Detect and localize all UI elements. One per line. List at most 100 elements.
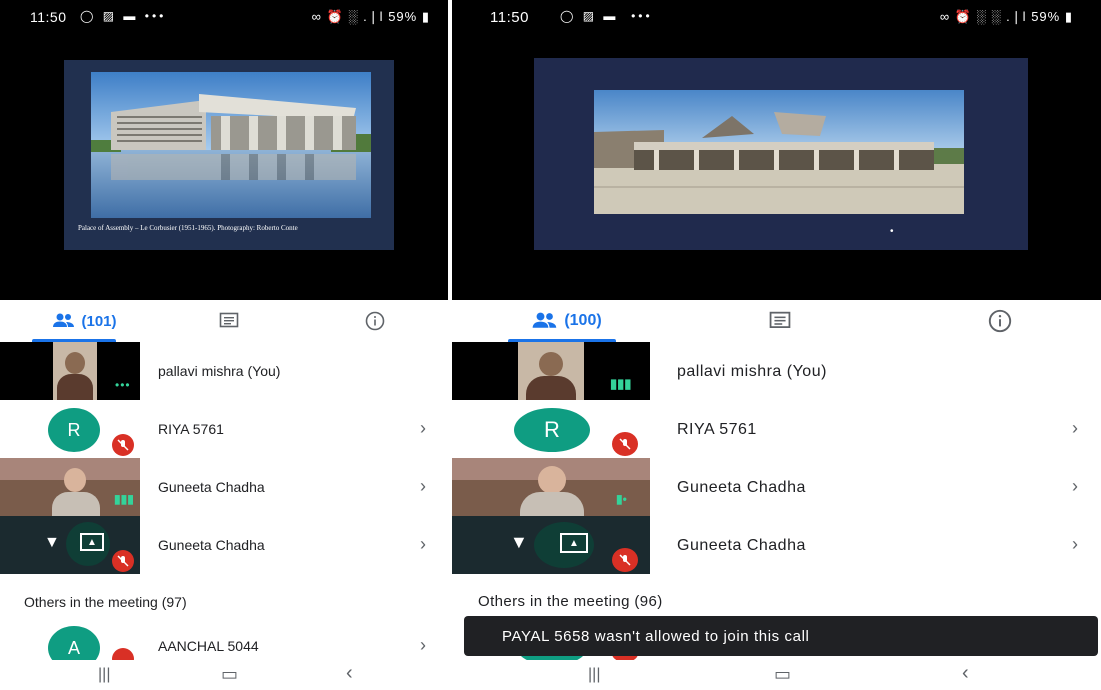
tab-people[interactable]: (101) xyxy=(40,300,130,342)
chevron-right-icon[interactable]: › xyxy=(420,635,426,656)
notification-icons: ◯ ▨ ▬ ••• xyxy=(560,9,653,23)
home-icon[interactable]: ▭ xyxy=(774,664,791,685)
face-shape xyxy=(64,468,86,492)
participant-video-thumb: ••• xyxy=(0,342,140,400)
video-frame xyxy=(53,342,97,400)
people-count: (101) xyxy=(81,312,117,330)
participant-row[interactable]: ▮▮▮ pallavi mishra (You) xyxy=(452,342,1101,400)
participant-video-thumb: ▮▮▮ xyxy=(452,342,650,400)
battery-percent: 59% xyxy=(1031,9,1061,24)
tab-chat[interactable] xyxy=(212,300,246,342)
participant-row[interactable]: ▮▮▮ Guneeta Chadha › xyxy=(0,458,448,516)
mic-off-icon xyxy=(612,548,638,572)
tab-bar: (100) xyxy=(452,300,1101,343)
participant-row[interactable]: ▼ ▲ Guneeta Chadha › xyxy=(0,516,448,574)
battery-icon: ▮ xyxy=(1064,9,1073,24)
chevron-right-icon[interactable]: › xyxy=(420,534,426,555)
info-icon xyxy=(988,309,1012,333)
tab-chat[interactable] xyxy=(762,300,798,342)
chat-icon xyxy=(769,311,791,328)
others-section-header: Others in the meeting (97) xyxy=(24,594,187,610)
avatar: R xyxy=(514,408,590,452)
participant-name: Guneeta Chadha xyxy=(158,479,265,495)
status-right: ∞ ⏰ ░ .❘l 59% ▮ xyxy=(312,9,430,25)
chevron-right-icon[interactable]: › xyxy=(420,476,426,497)
body-shape xyxy=(57,374,93,400)
body-shape xyxy=(520,492,584,516)
participant-name: Guneeta Chadha xyxy=(677,537,806,554)
speaking-indicator-icon: ▮• xyxy=(616,492,627,506)
status-icons: ∞ ⏰ ░ ░ .❘l xyxy=(939,9,1027,24)
participant-row[interactable]: ••• pallavi mishra (You) xyxy=(0,342,448,400)
status-bar: 11:50 ◯ ▨ ▬ ••• ∞ ⏰ ░ .❘l 59% ▮ xyxy=(0,0,448,34)
avatar: R xyxy=(48,408,100,452)
participant-row[interactable]: A AANCHAL 5044 › xyxy=(0,618,448,670)
participant-name: Guneeta Chadha xyxy=(677,479,806,496)
status-icons: ∞ ⏰ ░ .❘l xyxy=(311,9,384,24)
speaking-indicator-icon: ••• xyxy=(115,378,131,392)
participant-name: pallavi mishra (You) xyxy=(158,363,281,379)
chevron-right-icon[interactable]: › xyxy=(1072,476,1078,497)
back-icon[interactable]: ‹ xyxy=(346,662,353,685)
tab-people[interactable]: (100) xyxy=(512,300,622,342)
participant-row[interactable]: ▮• Guneeta Chadha › xyxy=(452,458,1101,516)
status-right: ∞ ⏰ ░ ░ .❘l 59% ▮ xyxy=(940,9,1073,25)
info-icon xyxy=(365,311,385,331)
participant-name: RIYA 5761 xyxy=(158,421,224,437)
participant-name: Guneeta Chadha xyxy=(158,537,265,553)
battery-icon: ▮ xyxy=(421,9,430,24)
building-photo xyxy=(594,90,964,214)
people-icon xyxy=(532,312,557,328)
body-shape xyxy=(526,376,576,400)
slide-caption: Palace of Assembly – Le Corbusier (1951-… xyxy=(78,224,298,232)
present-screen-icon: ▲ xyxy=(560,533,588,553)
notification-icons: ◯ ▨ ▬ ••• xyxy=(80,9,167,23)
presentation-video[interactable]: 11:50 ◯ ▨ ▬ ••• ∞ ⏰ ░ .❘l 59% ▮ Palace o… xyxy=(0,0,448,300)
body-shape xyxy=(52,492,100,516)
status-time: 11:50 xyxy=(30,9,67,25)
shared-slide: • xyxy=(534,58,1028,250)
recent-apps-icon[interactable]: ||| xyxy=(588,666,600,684)
face-shape xyxy=(65,352,85,374)
shared-slide: Palace of Assembly – Le Corbusier (1951-… xyxy=(64,60,394,250)
participant-row[interactable]: ▼ ▲ Guneeta Chadha › xyxy=(452,516,1101,574)
chat-icon xyxy=(219,312,239,328)
face-shape xyxy=(539,352,563,376)
chevron-right-icon[interactable]: › xyxy=(1072,418,1078,439)
toast-message: PAYAL 5658 wasn't allowed to join this c… xyxy=(502,627,810,645)
participant-name: AANCHAL 5044 xyxy=(158,638,259,654)
video-frame xyxy=(518,342,584,400)
tab-bar: (101) xyxy=(0,300,448,343)
present-screen-icon: ▲ xyxy=(80,533,104,551)
back-icon[interactable]: ‹ xyxy=(962,662,969,685)
android-nav-bar: ||| ▭ ‹ xyxy=(452,660,1101,690)
participant-row[interactable]: R RIYA 5761 › xyxy=(0,400,448,458)
building-photo xyxy=(91,72,371,218)
phone-screen-left: 11:50 ◯ ▨ ▬ ••• ∞ ⏰ ░ .❘l 59% ▮ Palace o… xyxy=(0,0,448,690)
others-section-header: Others in the meeting (96) xyxy=(478,593,663,610)
participant-video-thumb: ▮• xyxy=(452,458,650,516)
android-nav-bar: ||| ▭ ‹ xyxy=(0,660,448,690)
presentation-video[interactable]: 11:50 ◯ ▨ ▬ ••• ∞ ⏰ ░ ░ .❘l 59% ▮ • xyxy=(452,0,1101,300)
cursor-dot-icon: • xyxy=(890,226,894,237)
mic-off-icon xyxy=(112,550,134,572)
pin-icon: ▼ xyxy=(510,532,528,552)
tab-info[interactable] xyxy=(982,300,1018,342)
people-count: (100) xyxy=(564,312,602,329)
participant-name: RIYA 5761 xyxy=(677,421,757,438)
chevron-right-icon[interactable]: › xyxy=(420,418,426,439)
home-icon[interactable]: ▭ xyxy=(221,664,238,685)
chevron-right-icon[interactable]: › xyxy=(1072,534,1078,555)
speaking-indicator-icon: ▮▮▮ xyxy=(610,376,632,391)
face-shape xyxy=(538,466,566,494)
participant-row[interactable]: R RIYA 5761 › xyxy=(452,400,1101,458)
phone-screen-right: 11:50 ◯ ▨ ▬ ••• ∞ ⏰ ░ ░ .❘l 59% ▮ • (100… xyxy=(452,0,1101,690)
mic-off-icon xyxy=(112,434,134,456)
recent-apps-icon[interactable]: ||| xyxy=(98,666,110,684)
participant-name: pallavi mishra (You) xyxy=(677,363,827,380)
people-icon xyxy=(53,313,75,327)
battery-percent: 59% xyxy=(388,9,418,24)
tab-info[interactable] xyxy=(358,300,392,342)
mic-off-icon xyxy=(612,432,638,456)
speaking-indicator-icon: ▮▮▮ xyxy=(114,492,134,506)
